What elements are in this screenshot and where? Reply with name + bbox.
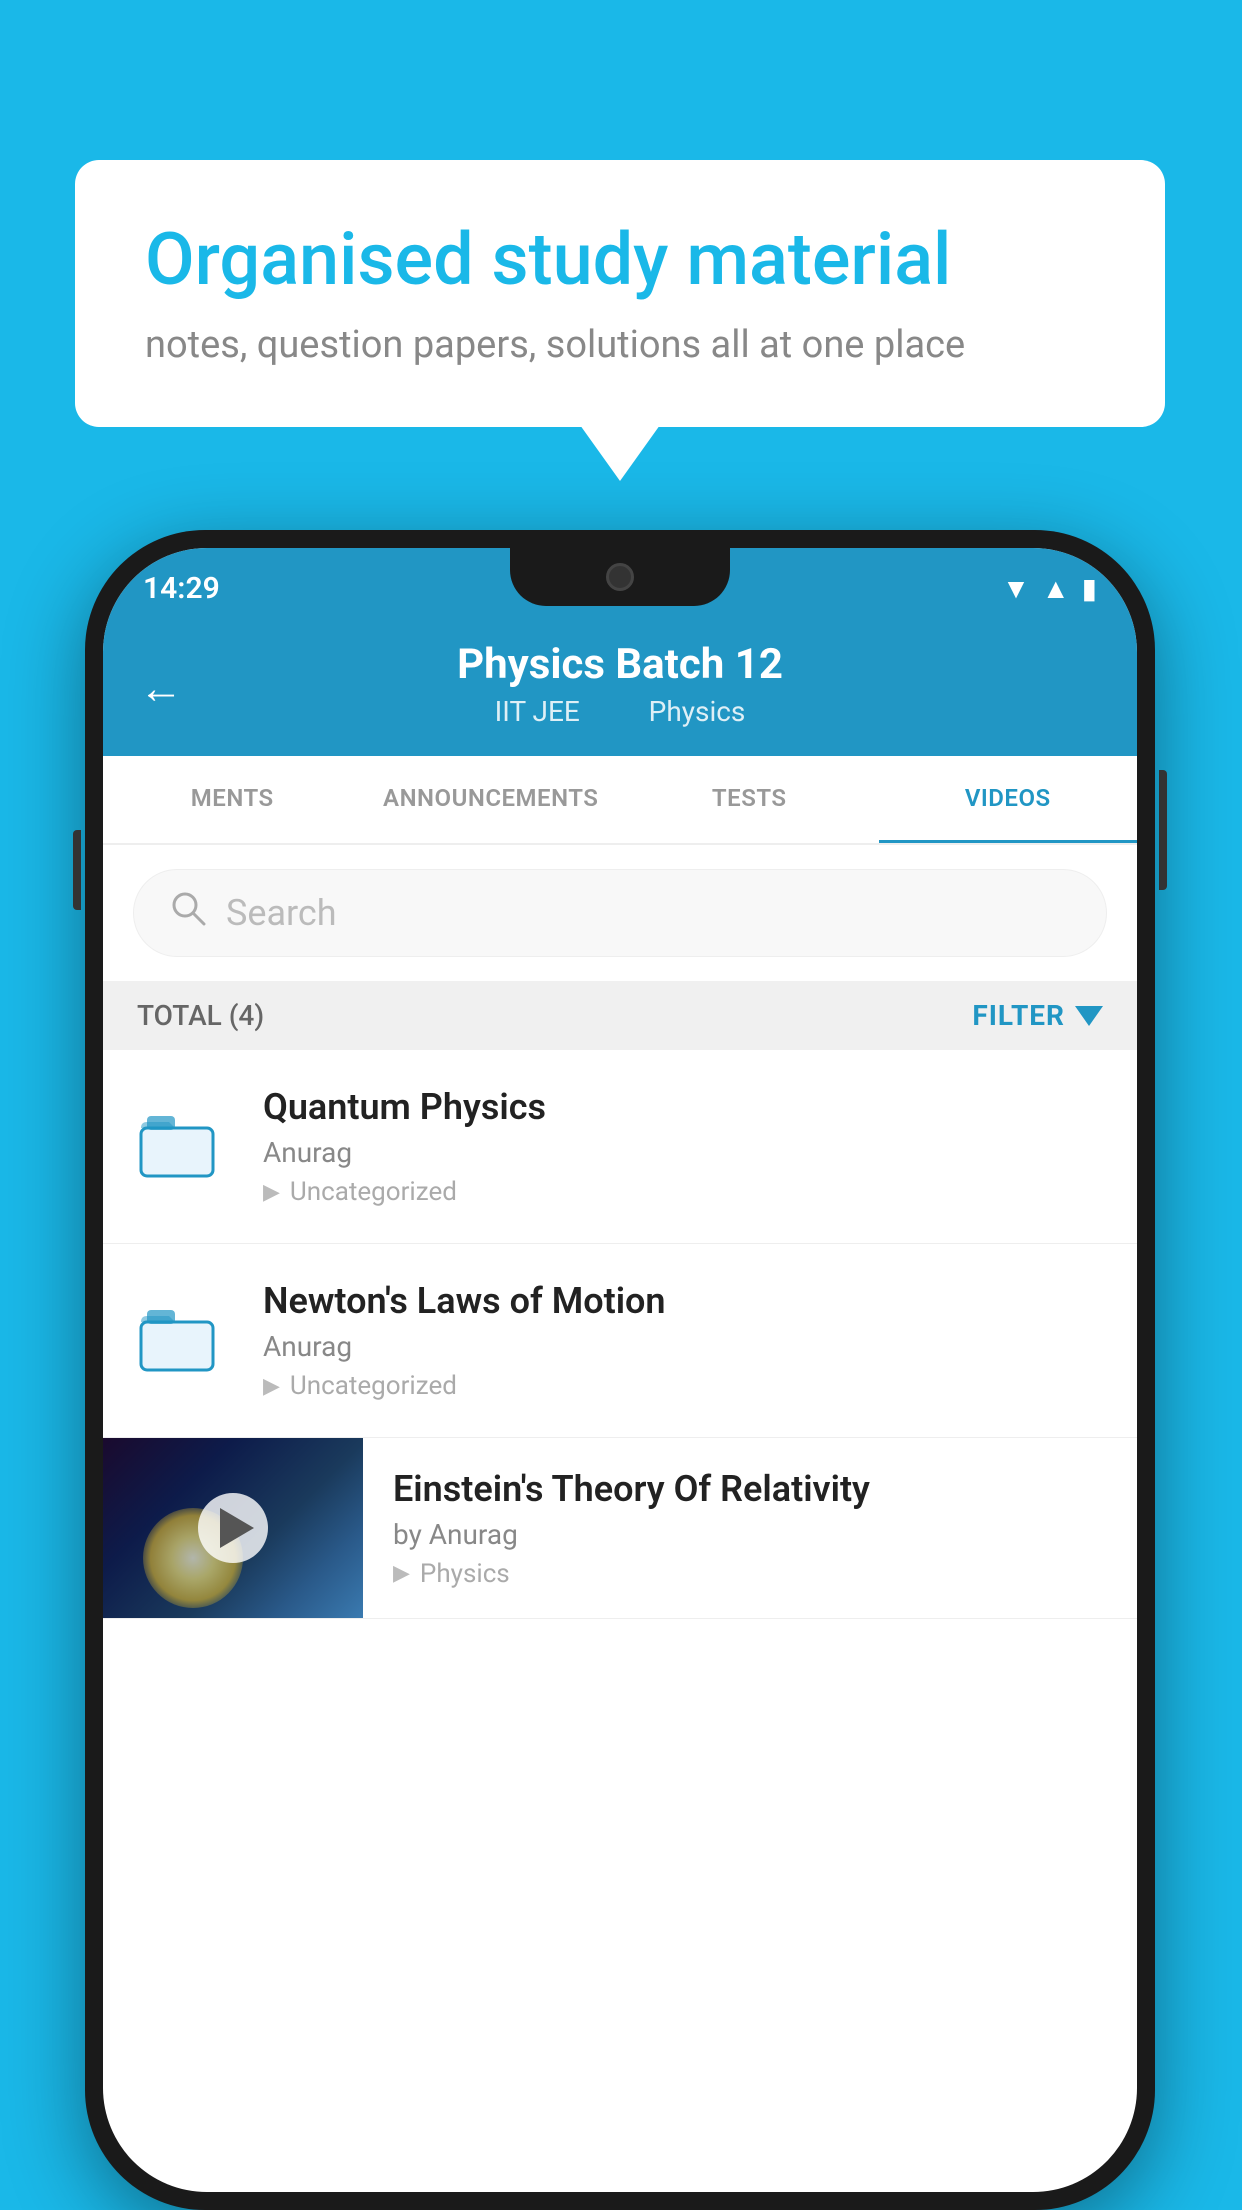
status-time: 14:29 [143,571,220,606]
play-button[interactable] [198,1493,268,1563]
list-item[interactable]: Quantum Physics Anurag ▶ Uncategorized [103,1050,1137,1244]
filter-icon [1075,1006,1103,1026]
status-icons: ▼ ▲ ▮ [1002,572,1097,605]
phone-outer: 14:29 ▼ ▲ ▮ ← Physics Batch 12 IIT JEE P… [85,530,1155,2210]
phone-container: 14:29 ▼ ▲ ▮ ← Physics Batch 12 IIT JEE P… [85,530,1155,2210]
search-placeholder: Search [226,892,337,934]
header-subtitle-separator [611,695,625,728]
bubble-subtitle: notes, question papers, solutions all at… [145,323,1095,367]
tag-icon: ▶ [263,1180,280,1205]
search-icon [170,890,206,936]
item-author: Anurag [263,1136,1103,1169]
video-tag: ▶ Physics [393,1559,1107,1589]
speech-bubble: Organised study material notes, question… [75,160,1165,427]
bubble-title: Organised study material [145,220,1095,299]
header-subtitle: IIT JEE Physics [143,695,1097,728]
item-content: Newton's Laws of Motion Anurag ▶ Uncateg… [263,1280,1103,1401]
video-thumbnail [103,1438,363,1618]
phone-screen: 14:29 ▼ ▲ ▮ ← Physics Batch 12 IIT JEE P… [103,548,1137,2192]
header-subtitle-iitjee: IIT JEE [495,695,580,728]
list-item[interactable]: Newton's Laws of Motion Anurag ▶ Uncateg… [103,1244,1137,1438]
wifi-icon: ▼ [1002,572,1030,605]
tag-label: Physics [420,1559,510,1589]
header-title: Physics Batch 12 [143,640,1097,689]
folder-icon [137,1102,227,1192]
search-bar[interactable]: Search [133,869,1107,957]
filter-button[interactable]: FILTER [972,999,1103,1032]
item-tag: ▶ Uncategorized [263,1177,1103,1207]
phone-notch [510,548,730,606]
front-camera [606,563,634,591]
tab-ments[interactable]: MENTS [103,756,362,843]
back-button[interactable]: ← [139,662,183,714]
filter-label: FILTER [972,999,1065,1032]
item-author: Anurag [263,1330,1103,1363]
tab-videos[interactable]: VIDEOS [879,756,1138,843]
item-title: Newton's Laws of Motion [263,1280,1103,1322]
signal-icon: ▲ [1042,572,1070,605]
video-content: Einstein's Theory Of Relativity by Anura… [363,1440,1137,1617]
tab-announcements[interactable]: ANNOUNCEMENTS [362,756,621,843]
tag-label: Uncategorized [290,1371,457,1401]
tag-label: Uncategorized [290,1177,457,1207]
tag-icon: ▶ [263,1374,280,1399]
app-header: ← Physics Batch 12 IIT JEE Physics [103,620,1137,756]
battery-icon: ▮ [1082,572,1097,605]
header-subtitle-physics: Physics [649,695,746,728]
item-tag: ▶ Uncategorized [263,1371,1103,1401]
video-author: by Anurag [393,1518,1107,1551]
total-count: TOTAL (4) [137,999,264,1032]
volume-button [73,830,81,910]
item-content: Quantum Physics Anurag ▶ Uncategorized [263,1086,1103,1207]
tab-tests[interactable]: TESTS [620,756,879,843]
video-title: Einstein's Theory Of Relativity [393,1468,1107,1510]
folder-icon [137,1296,227,1386]
filter-bar: TOTAL (4) FILTER [103,981,1137,1050]
play-icon [220,1508,254,1548]
video-list-item[interactable]: Einstein's Theory Of Relativity by Anura… [103,1438,1137,1619]
item-title: Quantum Physics [263,1086,1103,1128]
tag-icon: ▶ [393,1561,410,1586]
power-button [1159,770,1167,890]
tabs-bar: MENTS ANNOUNCEMENTS TESTS VIDEOS [103,756,1137,845]
